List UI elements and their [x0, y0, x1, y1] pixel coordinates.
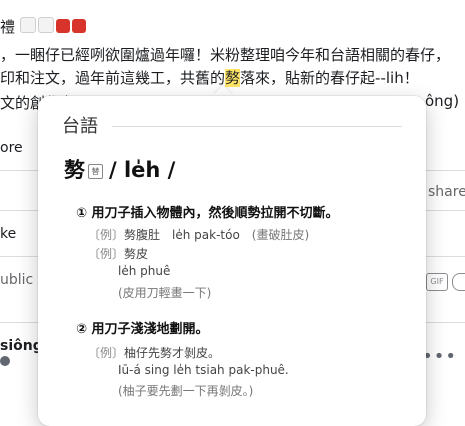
example-romanization: Iū-á sing le̍h tsiah pak-phuê.: [118, 363, 289, 377]
sense-definition: ② 用刀子淺淺地劃開。: [76, 322, 209, 337]
sense-definition: ① 用刀子插入物體內，然後順勢拉開不切斷。: [76, 206, 339, 221]
rabbit-emoji-icon: [19, 17, 36, 33]
example: 〔例〕𠢕皮: [88, 247, 149, 261]
comment-author[interactable]: siông: [0, 338, 43, 354]
example: 〔例〕𠢕腹肚 le̍h pak-tóo (畫破肚皮): [88, 228, 310, 242]
example: 〔例〕柚仔先𠢕才剝皮。: [88, 346, 221, 360]
variant-tag-icon: 替: [88, 164, 103, 179]
post-text-line-tail: ông): [425, 92, 460, 110]
sticker-icon[interactable]: [452, 273, 465, 291]
red-envelope-icon: [71, 19, 86, 33]
post-text-line: ，一睏仔已經咧欲圍爐過年囉！米粉整理咱今年和台語相關的春仔，: [0, 46, 451, 64]
headword-romanization: / le̍h /: [109, 158, 176, 182]
post-text-line: 印和注文，過年前這幾工，共舊的𠢕落來，貼新的春仔起--lih！: [0, 69, 419, 87]
rabbit-emoji-icon: [37, 17, 54, 33]
red-envelope-icon: [55, 19, 70, 33]
see-more-link[interactable]: ore: [0, 140, 23, 156]
post-header: 禮: [0, 16, 88, 37]
heading-rule: [112, 126, 402, 127]
post-header-char: 禮: [0, 18, 16, 36]
comment-audience[interactable]: ublic: [0, 272, 33, 288]
example-gloss: (皮用刀輕畫一下): [118, 286, 212, 300]
dictionary-popup: 台語 𠢕 替 / le̍h / ① 用刀子插入物體內，然後順勢拉開不切斷。 〔例〕𠢕…: [38, 96, 426, 426]
gif-icon[interactable]: GIF: [426, 273, 448, 291]
share-count[interactable]: share: [428, 184, 465, 200]
more-options-icon[interactable]: •••: [422, 346, 457, 367]
example-romanization: le̍h phuê: [118, 264, 171, 278]
highlighted-word[interactable]: 𠢕: [225, 69, 241, 87]
headword: 𠢕 替 / le̍h /: [64, 158, 175, 182]
headword-char: 𠢕: [64, 158, 85, 182]
example-gloss: (柚子要先劃一下再剝皮。): [118, 384, 254, 398]
like-button[interactable]: ke: [0, 226, 16, 242]
popup-language-heading: 台語: [62, 116, 98, 137]
globe-icon: [0, 356, 10, 366]
